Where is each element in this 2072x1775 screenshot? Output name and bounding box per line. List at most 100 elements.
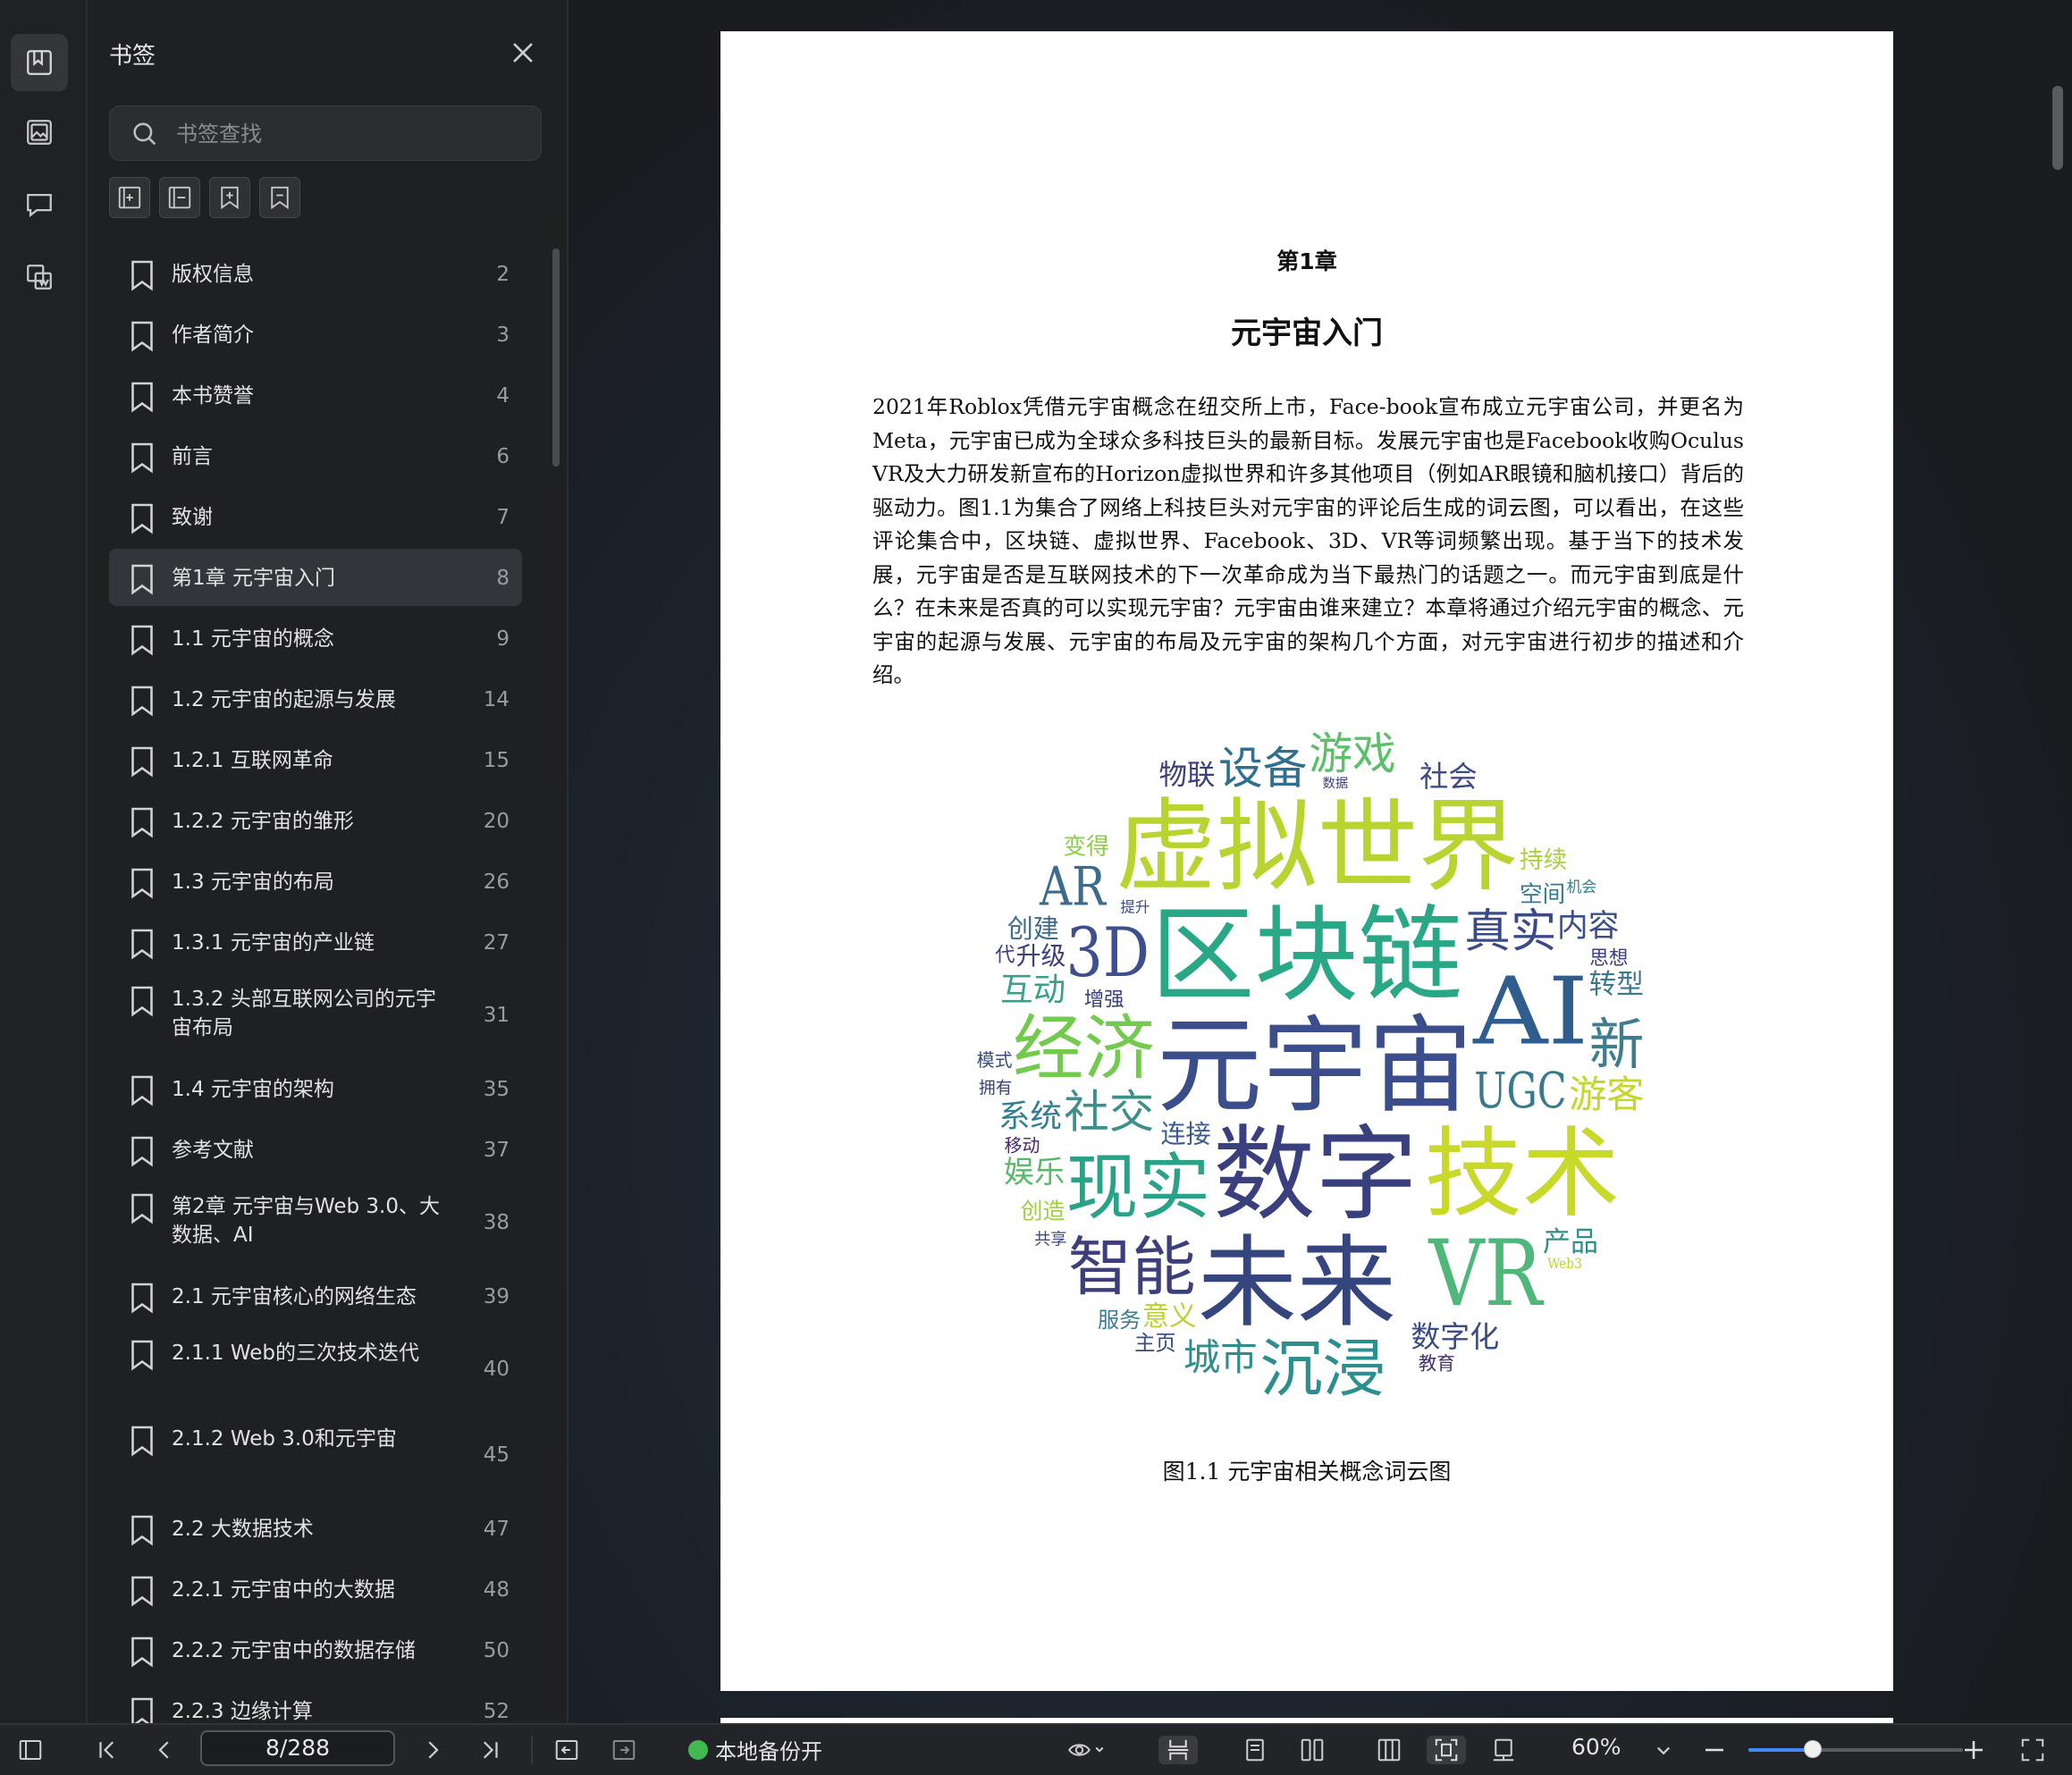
bookmark-list: 版权信息 2 作者简介 3 本书赞誉 4 前言 6 致谢 7 第1章 元宇宙入门 8 1.1 元宇宙的概… <box>109 245 522 1723</box>
bookmark-icon <box>129 1135 156 1167</box>
zoom-out-icon[interactable] <box>1698 1736 1731 1764</box>
word-cloud-word: 变得 <box>1063 833 1108 860</box>
bookmark-item[interactable]: 2.2.3 边缘计算 52 <box>109 1682 522 1723</box>
bookmark-label: 作者简介 <box>172 324 254 347</box>
bookmark-icon <box>129 502 156 534</box>
bookmark-item[interactable]: 1.2.1 互联网革命 15 <box>109 731 522 788</box>
word-cloud-word: 智能 <box>1068 1230 1196 1304</box>
bookmark-icon <box>129 928 156 960</box>
fullscreen-icon[interactable] <box>2017 1736 2049 1764</box>
bookmark-icon <box>129 381 156 413</box>
word-cloud-word: 城市 <box>1183 1336 1258 1379</box>
word-cloud-word: 思想 <box>1589 947 1628 970</box>
collapse-all-icon[interactable] <box>159 177 200 218</box>
bookmark-item[interactable]: 2.1.2 Web 3.0和元宇宙 45 <box>109 1414 522 1496</box>
last-page-icon[interactable] <box>474 1736 506 1764</box>
rotate-page-icon[interactable] <box>1487 1736 1520 1764</box>
bookmark-icon <box>129 985 156 1017</box>
bookmark-item[interactable]: 2.2.1 元宇宙中的大数据 48 <box>109 1560 522 1618</box>
bookmark-label: 1.2.2 元宇宙的雏形 <box>172 810 354 833</box>
word-cloud-word: 教育 <box>1419 1352 1455 1374</box>
bookmark-icon[interactable] <box>11 34 68 91</box>
bookmark-item[interactable]: 2.1.1 Web的三次技术迭代 40 <box>109 1328 522 1410</box>
search-input[interactable] <box>174 115 526 153</box>
zoom-slider[interactable] <box>1748 1740 1963 1758</box>
page-number-input[interactable]: 8/288 <box>200 1730 395 1766</box>
word-cloud-word: 互动 <box>1000 970 1065 1008</box>
word-cloud-word: 模式 <box>977 1049 1013 1071</box>
bookmark-icon <box>129 1575 156 1607</box>
eye-icon[interactable] <box>1060 1736 1112 1764</box>
bookmark-label: 前言 <box>172 445 213 468</box>
bookmark-item[interactable]: 1.3.2 头部互联网公司的元宇宙布局 31 <box>109 974 522 1056</box>
fit-width-icon[interactable] <box>1373 1736 1405 1764</box>
word-cloud-word: 服务 <box>1098 1308 1141 1333</box>
bookmark-icon <box>129 1074 156 1106</box>
bookmark-page-number: 26 <box>483 871 510 894</box>
next-page-icon[interactable] <box>417 1736 449 1764</box>
bookmark-item[interactable]: 致谢 7 <box>109 488 522 545</box>
word-cloud-word: 拥有 <box>979 1079 1012 1098</box>
word-cloud-word: 代 <box>995 944 1015 967</box>
figure-caption: 图1.1 元宇宙相关概念词云图 <box>1162 1459 1452 1485</box>
bookmarks-panel: 书签 版权信息 2 作者简介 3 本书赞誉 4 前言 6 致谢 7 第1章 元宇宙入门 8 1.1 元宇… <box>88 0 569 1723</box>
bookmark-item[interactable]: 1.1 元宇宙的概念 9 <box>109 610 522 667</box>
word-cloud-word: Web3 <box>1547 1256 1582 1272</box>
attachment-icon[interactable] <box>11 248 68 306</box>
bookmark-item[interactable]: 第1章 元宇宙入门 8 <box>109 549 522 606</box>
zoom-slider-knob[interactable] <box>1804 1740 1822 1758</box>
previous-page-icon[interactable] <box>148 1736 181 1764</box>
bookmark-item[interactable]: 版权信息 2 <box>109 245 522 302</box>
bookmark-search <box>109 105 542 161</box>
word-cloud-word: AI <box>1472 956 1588 1065</box>
zoom-in-icon[interactable] <box>1958 1736 1990 1764</box>
word-cloud-word: 内容 <box>1557 908 1620 944</box>
add-bookmark-icon[interactable] <box>209 177 250 218</box>
bookmark-item[interactable]: 参考文献 37 <box>109 1121 522 1178</box>
split-view-icon[interactable] <box>1158 1736 1198 1764</box>
bookmark-item[interactable]: 1.2 元宇宙的起源与发展 14 <box>109 670 522 728</box>
bookmark-page-number: 39 <box>483 1285 510 1308</box>
go-back-icon[interactable] <box>551 1736 583 1764</box>
comment-icon[interactable] <box>11 175 68 232</box>
bookmark-item[interactable]: 前言 6 <box>109 427 522 484</box>
bookmark-item[interactable]: 1.2.2 元宇宙的雏形 20 <box>109 792 522 849</box>
bookmark-item[interactable]: 2.2 大数据技术 47 <box>109 1500 522 1557</box>
single-page-icon[interactable] <box>1239 1736 1271 1764</box>
two-page-icon[interactable] <box>1296 1736 1328 1764</box>
chevron-down-icon[interactable] <box>1650 1736 1677 1764</box>
remove-bookmark-icon[interactable] <box>259 177 300 218</box>
word-cloud-word: 社会 <box>1419 760 1478 794</box>
zoom-level[interactable]: 60% <box>1571 1734 1621 1760</box>
bookmark-icon <box>129 1192 156 1224</box>
left-tool-rail <box>0 0 88 1723</box>
first-page-icon[interactable] <box>91 1736 123 1764</box>
panel-scrollbar[interactable] <box>552 248 560 467</box>
bookmark-page-number: 2 <box>496 263 510 286</box>
toggle-sidebar-icon[interactable] <box>14 1736 46 1764</box>
bookmark-icon <box>129 1696 156 1723</box>
word-cloud-word: 空间 <box>1520 881 1565 908</box>
word-cloud-word: 机会 <box>1567 878 1597 896</box>
document-scrollbar[interactable] <box>2052 86 2063 170</box>
bookmark-item[interactable]: 1.3 元宇宙的布局 26 <box>109 853 522 910</box>
bookmark-item[interactable]: 2.1 元宇宙核心的网络生态 39 <box>109 1267 522 1325</box>
bookmark-item[interactable]: 作者简介 3 <box>109 306 522 363</box>
fit-page-icon[interactable] <box>1427 1736 1466 1764</box>
chapter-number: 第1章 <box>1276 248 1337 274</box>
local-backup-status[interactable]: 本地备份开 <box>688 1734 822 1765</box>
image-icon[interactable] <box>11 104 68 161</box>
bookmark-item[interactable]: 第2章 元宇宙与Web 3.0、大数据、AI 38 <box>109 1182 522 1264</box>
go-forward-icon[interactable] <box>608 1736 640 1764</box>
bookmark-label: 2.2.3 边缘计算 <box>172 1700 313 1723</box>
word-cloud-word: 社交 <box>1064 1085 1154 1138</box>
bookmark-item[interactable]: 1.3.1 元宇宙的产业链 27 <box>109 913 522 971</box>
bookmark-item[interactable]: 1.4 元宇宙的架构 35 <box>109 1060 522 1117</box>
expand-all-icon[interactable] <box>109 177 150 218</box>
close-icon[interactable] <box>508 38 538 68</box>
bookmark-item[interactable]: 2.2.2 元宇宙中的数据存储 50 <box>109 1621 522 1678</box>
bookmark-item[interactable]: 本书赞誉 4 <box>109 366 522 424</box>
word-cloud-word: AR <box>1039 857 1108 919</box>
word-cloud-word: 连接 <box>1160 1119 1210 1148</box>
check-icon <box>688 1739 708 1760</box>
